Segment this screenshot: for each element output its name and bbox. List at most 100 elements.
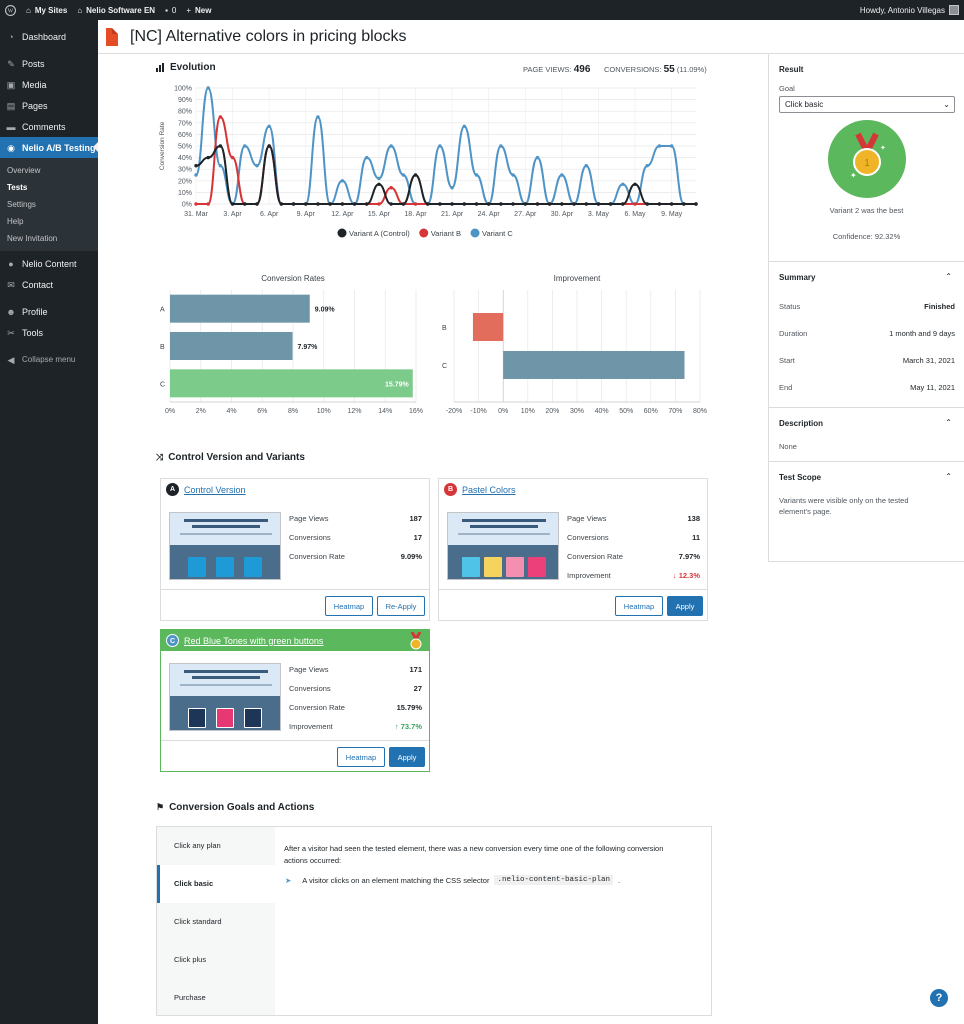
chevron-up-icon[interactable]: ⌃ — [945, 272, 952, 281]
goal-tab-click-any-plan[interactable]: Click any plan — [157, 827, 275, 865]
goal-tab-click-basic[interactable]: Click basic — [157, 865, 275, 903]
x-tick-label: 3. Apr — [223, 211, 242, 218]
summary-section: Summary ⌃ Status Finished Duration 1 month… — [769, 262, 964, 408]
x-tick-label: 6. Apr — [260, 211, 279, 218]
sidebar-item-tools[interactable]: ✂ Tools — [0, 322, 98, 343]
test-scope-title[interactable]: Test Scope — [779, 473, 821, 482]
chevron-up-icon[interactable]: ⌃ — [945, 418, 952, 427]
reapply-button[interactable]: Re-Apply — [377, 596, 425, 616]
test-scope-section: Test Scope ⌃ Variants were visible only … — [769, 462, 964, 562]
apply-button[interactable]: Apply — [389, 747, 425, 767]
goal-tab-click-plus[interactable]: Click plus — [157, 941, 275, 979]
sidebar-item-media[interactable]: ▣ Media — [0, 74, 98, 95]
data-point — [547, 202, 552, 206]
submenu-item-new-invitation[interactable]: New Invitation — [0, 230, 98, 247]
comments-menu[interactable]: ▪ 0 — [160, 0, 181, 20]
bar-b — [170, 332, 293, 360]
sidebar-item-nelio-ab-testing[interactable]: ◉ Nelio A/B Testing — [0, 137, 98, 158]
my-sites-menu[interactable]: ⌂ My Sites — [21, 0, 72, 20]
evolution-line-chart: 0% 10% 20% 30% 40% 50% 60% 70% 80% 90% 100% 31. Mar… — [159, 86, 698, 238]
collapse-menu-button[interactable]: ◀ Collapse menu — [0, 349, 98, 370]
data-point — [340, 179, 345, 183]
value-label: 9.09% — [315, 307, 336, 314]
heatmap-button[interactable]: Heatmap — [325, 596, 373, 616]
data-point — [255, 202, 259, 206]
data-point — [316, 115, 320, 119]
user-icon: ☻ — [6, 306, 16, 317]
heatmap-button[interactable]: Heatmap — [337, 747, 385, 767]
y-axis-label: Conversion Rate — [159, 121, 166, 170]
cursor-icon: ➤ — [285, 875, 292, 885]
svg-text:✦: ✦ — [850, 171, 857, 180]
sidebar-item-nelio-content[interactable]: ● Nelio Content — [0, 253, 98, 274]
goal-tab-click-standard[interactable]: Click standard — [157, 903, 275, 941]
sidebar-item-comments[interactable]: ▬ Comments — [0, 116, 98, 137]
x-tick-label: 10% — [317, 408, 331, 415]
legend-label: Variant A (Control) — [349, 229, 410, 238]
conversion-rates-chart: Conversion Rates 0% 2% 4% 6% 8% 10% 12% 14% 16% A 9… — [160, 274, 423, 415]
best-variant-text: Variant 2 was the best — [829, 206, 904, 215]
summary-value: May 11, 2021 — [910, 383, 955, 392]
bar-c — [503, 351, 685, 379]
data-point — [474, 173, 479, 177]
data-point — [523, 202, 527, 206]
stat-row: Conversion Rate 9.09% — [289, 547, 422, 566]
chevron-up-icon[interactable]: ⌃ — [945, 472, 952, 481]
x-tick-label: 10% — [521, 408, 535, 415]
summary-title[interactable]: Summary — [779, 273, 815, 282]
help-button[interactable]: ? — [930, 989, 948, 1007]
variant-letter-badge: A — [166, 483, 179, 496]
result-sidebar: Result Goal Click basic ⌄ 1 ✦ ✦ Variant 2… — [768, 54, 964, 562]
heatmap-button[interactable]: Heatmap — [615, 596, 663, 616]
x-tick-label: 12. Apr — [331, 211, 354, 218]
x-tick-label: 18. Apr — [404, 211, 427, 218]
y-tick-label: 60% — [178, 132, 192, 139]
variant-name-link[interactable]: Pastel Colors — [462, 485, 516, 495]
summary-value: March 31, 2021 — [902, 356, 955, 365]
submenu-item-help[interactable]: Help — [0, 213, 98, 230]
summary-row: Duration 1 month and 9 days — [779, 329, 955, 338]
x-tick-label: 6. May — [625, 211, 647, 218]
submenu-item-settings[interactable]: Settings — [0, 196, 98, 213]
stat-value: 27 — [413, 684, 422, 693]
summary-value: 1 month and 9 days — [889, 329, 955, 338]
apply-button[interactable]: Apply — [667, 596, 703, 616]
new-content-menu[interactable]: + New — [181, 0, 216, 20]
data-point — [450, 186, 454, 190]
stat-value: 171 — [409, 665, 422, 674]
y-tick-label: 70% — [178, 120, 192, 127]
goal-tab-purchase[interactable]: Purchase — [157, 979, 275, 1017]
x-tick-label: 8% — [288, 408, 298, 415]
wrench-icon: ✂ — [7, 327, 15, 338]
submenu-item-tests[interactable]: Tests — [0, 179, 98, 196]
goals-title: Conversion Goals and Actions — [169, 802, 315, 813]
site-name-menu[interactable]: ⌂ Nelio Software EN — [72, 0, 160, 20]
sidebar-item-contact[interactable]: ✉ Contact — [0, 274, 98, 295]
data-point — [657, 144, 662, 148]
x-tick-label: 21. Apr — [441, 211, 464, 218]
variant-name-link[interactable]: Red Blue Tones with green buttons — [184, 636, 323, 646]
user-menu[interactable]: Howdy, Antonio Villegas — [855, 0, 964, 20]
variant-header: C Red Blue Tones with green buttons — [161, 630, 429, 652]
goal-select[interactable]: Click basic ⌄ — [779, 96, 955, 113]
submenu-item-overview[interactable]: Overview — [0, 162, 98, 179]
sidebar-item-posts[interactable]: ✎ Posts — [0, 53, 98, 74]
x-tick-label: 0% — [165, 408, 175, 415]
stat-value: 17 — [413, 533, 422, 542]
variant-name-link[interactable]: Control Version — [184, 485, 246, 495]
conversions-value: 55 — [663, 64, 675, 75]
page-header: [NC] Alternative colors in pricing block… — [98, 20, 964, 54]
y-tick-label: 20% — [178, 178, 192, 185]
arrow-down-icon: ↓ — [672, 571, 677, 580]
goal-description: After a visitor had seen the tested elem… — [284, 844, 664, 865]
y-tick-label: 10% — [178, 190, 192, 197]
sidebar-item-dashboard[interactable]: ◔ Dashboard — [0, 26, 98, 47]
description-title[interactable]: Description — [779, 419, 823, 428]
wordpress-logo-icon[interactable]: W — [0, 0, 21, 20]
sidebar-item-label: Pages — [22, 100, 48, 111]
summary-value: Finished — [924, 302, 955, 311]
sidebar-item-profile[interactable]: ☻ Profile — [0, 301, 98, 322]
data-point — [560, 173, 564, 177]
sidebar-item-label: Profile — [22, 306, 48, 317]
sidebar-item-pages[interactable]: ▤ Pages — [0, 95, 98, 116]
